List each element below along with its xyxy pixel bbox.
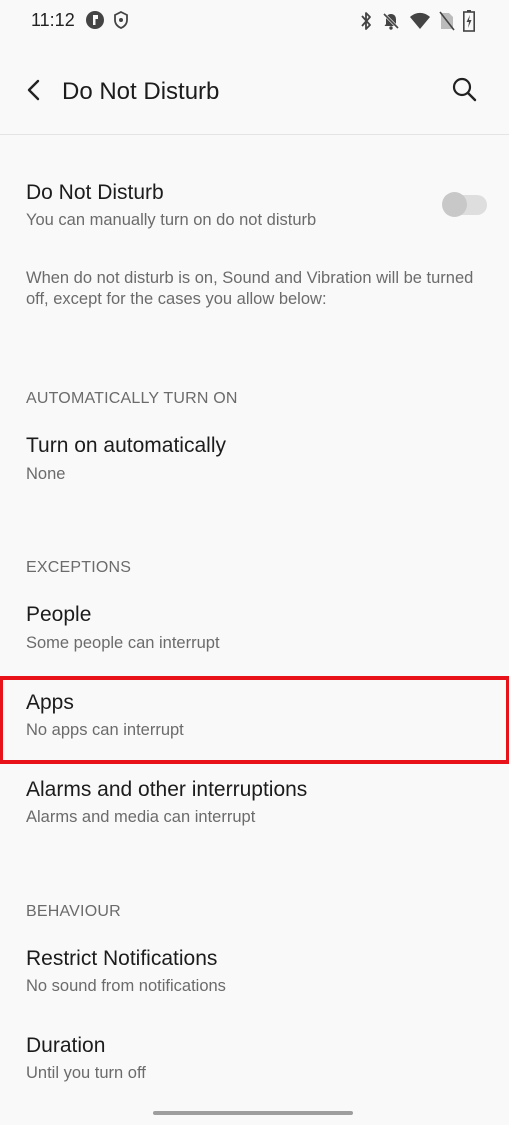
home-indicator[interactable] <box>153 1111 353 1115</box>
highlight-box <box>0 676 509 764</box>
list-item-title: Turn on automatically <box>26 434 226 457</box>
dnd-description: When do not disturb is on, Sound and Vib… <box>26 269 474 308</box>
section-header-exceptions: EXCEPTIONS <box>26 559 132 576</box>
status-bar: 11:12 <box>0 0 509 44</box>
list-item-subtitle: None <box>26 465 66 483</box>
app-bar: Do Not Disturb <box>0 44 509 135</box>
list-item-subtitle: Alarms and media can interrupt <box>26 808 256 826</box>
list-item-people[interactable]: People Some people can interrupt <box>0 594 509 664</box>
bluetooth-icon <box>359 11 373 31</box>
list-item-title: Duration <box>26 1034 106 1057</box>
list-item-alarms[interactable]: Alarms and other interruptions Alarms an… <box>0 768 509 838</box>
battery-icon <box>463 10 475 32</box>
list-item-duration[interactable]: Duration Until you turn off <box>0 1024 509 1094</box>
notifications-off-icon <box>381 11 401 31</box>
search-icon <box>451 76 477 107</box>
chevron-left-icon <box>26 79 42 106</box>
section-header-behaviour: BEHAVIOUR <box>26 903 121 920</box>
list-item-title: Restrict Notifications <box>26 947 218 970</box>
page-title: Do Not Disturb <box>62 78 220 105</box>
list-item-subtitle: No sound from notifications <box>26 977 226 995</box>
search-button[interactable] <box>449 76 479 106</box>
app-notification-icon <box>85 10 105 30</box>
list-item-title: Alarms and other interruptions <box>26 778 308 801</box>
list-item-restrict-notifications[interactable]: Restrict Notifications No sound from not… <box>0 937 509 1007</box>
list-item-turn-on-automatically[interactable]: Turn on automatically None <box>0 425 509 495</box>
dnd-toggle-switch[interactable] <box>441 191 489 217</box>
toggle-thumb <box>442 192 467 217</box>
section-header-auto: AUTOMATICALLY TURN ON <box>26 390 238 407</box>
no-sim-icon <box>439 11 455 31</box>
wifi-icon <box>409 12 431 30</box>
back-button[interactable] <box>20 78 48 106</box>
status-time: 11:12 <box>31 10 75 30</box>
list-item-title: People <box>26 603 92 626</box>
list-item-subtitle: Until you turn off <box>26 1064 146 1082</box>
dnd-title: Do Not Disturb <box>26 181 164 204</box>
status-right-icons <box>359 10 475 32</box>
status-left-icons <box>85 10 129 30</box>
shield-icon <box>113 11 129 29</box>
list-item-subtitle: Some people can interrupt <box>26 634 220 652</box>
dnd-subtitle: You can manually turn on do not disturb <box>26 211 317 229</box>
dnd-toggle-row[interactable]: Do Not Disturb You can manually turn on … <box>0 170 509 240</box>
